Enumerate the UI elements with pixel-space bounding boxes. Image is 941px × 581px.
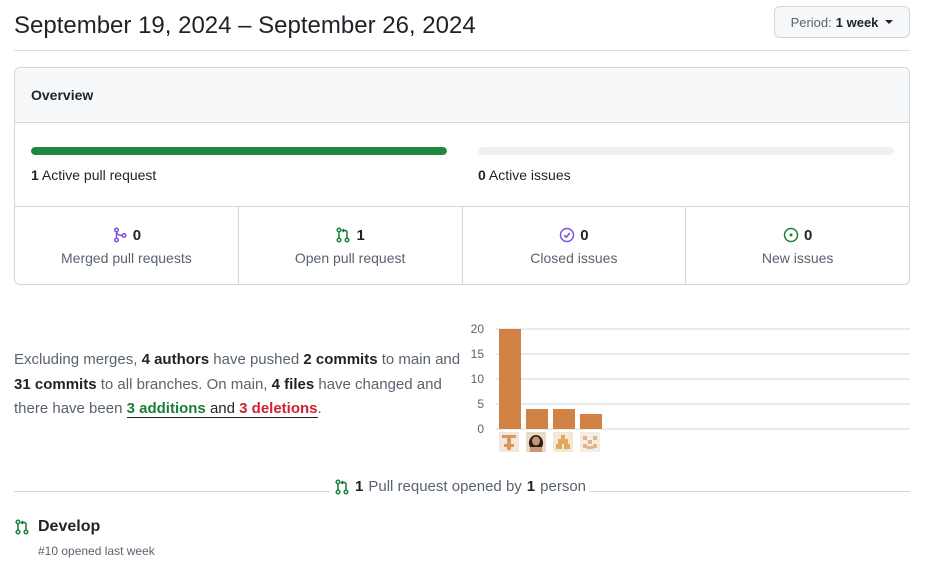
commit-bar-3[interactable]: [553, 409, 575, 429]
closed-issues-count: 0: [580, 226, 589, 244]
activity-progress-row: 1 Active pull request 0 Active issues: [15, 123, 909, 207]
additions-word: additions: [139, 400, 206, 417]
avatar[interactable]: [580, 432, 600, 452]
active-issues-label: Active issues: [488, 167, 571, 183]
pr-opened-summary: 1 Pull request opened by 1 person: [330, 478, 591, 495]
issue-closed-icon: [559, 227, 575, 243]
stat-closed-issues[interactable]: 0 Closed issues: [463, 207, 687, 284]
period-dropdown-button[interactable]: Period: 1 week: [774, 6, 910, 38]
stats-row: 0 Merged pull requests 1 Open pull reque…: [15, 207, 909, 284]
commit-bar-2[interactable]: [526, 409, 548, 429]
commits-main-count: 2 commits: [303, 351, 378, 368]
active-prs-label: Active pull request: [41, 167, 157, 183]
pr-title-link[interactable]: Develop: [38, 518, 100, 536]
date-range-title: September 19, 2024 – September 26, 2024: [14, 12, 476, 39]
y-tick-label: 5: [477, 397, 484, 411]
open-prs-label: Open pull request: [294, 249, 406, 266]
pr-people-text: person: [540, 478, 587, 495]
pr-meta: #10 opened last week: [38, 544, 155, 558]
commit-bar-4[interactable]: [580, 414, 602, 429]
active-prs-progress-bar[interactable]: [31, 147, 447, 155]
commits-all-count: 31 commits: [14, 375, 97, 393]
open-prs-count: 1: [356, 226, 365, 244]
commit-summary: Excluding merges, 4 authors have pushed …: [14, 348, 464, 422]
new-issues-label: New issues: [761, 249, 834, 266]
pr-opened-count: 1: [355, 478, 364, 495]
period-value: 1 week: [835, 14, 879, 30]
active-prs-progress-fill: [31, 147, 447, 155]
y-tick-label: 0: [477, 422, 484, 436]
stat-merged-prs[interactable]: 0 Merged pull requests: [15, 207, 239, 284]
avatar[interactable]: [553, 432, 573, 452]
active-issues-progress-bar[interactable]: [478, 147, 894, 155]
summary-text-4: to all branches. On main,: [100, 375, 268, 393]
new-issues-count: 0: [803, 226, 813, 244]
summary-text-2: have pushed: [213, 351, 300, 368]
deletions-count: 3: [239, 400, 248, 417]
commit-bar-1[interactable]: [499, 329, 521, 429]
stat-open-prs[interactable]: 1 Open pull request: [239, 207, 463, 284]
y-tick-label: 10: [471, 372, 485, 386]
y-tick-label: 15: [471, 347, 485, 361]
git-pull-request-icon: [14, 519, 30, 535]
active-issues-count: 0: [478, 167, 486, 183]
merged-prs-count: 0: [132, 226, 142, 244]
summary-text-1: Excluding merges,: [14, 351, 138, 368]
avatar[interactable]: [499, 432, 519, 452]
period-prefix: Period:: [790, 14, 832, 30]
deletions-word: deletions: [251, 400, 318, 417]
avatar[interactable]: [526, 432, 546, 452]
page-header: September 19, 2024 – September 26, 2024 …: [14, 6, 910, 51]
authors-count: 4 authors: [141, 351, 210, 368]
chart-y-ticks: 0 5 10 15 20: [471, 322, 485, 436]
chart-avatars: [499, 432, 600, 452]
pr-people-count: 1: [526, 478, 536, 495]
git-pull-request-icon: [335, 227, 351, 243]
pr-opened-text: Pull request opened by: [368, 478, 522, 495]
additions-count: 3: [126, 400, 135, 417]
stat-new-issues[interactable]: 0 New issues: [686, 207, 909, 284]
git-merge-icon: [112, 227, 128, 243]
overview-title: Overview: [15, 68, 909, 123]
diff-link[interactable]: 3 additions and 3 deletions: [126, 400, 318, 418]
pull-request-item: Develop #10 opened last week: [14, 518, 155, 558]
overview-box: Overview 1 Active pull request 0 Active …: [14, 67, 910, 285]
and-word: and: [209, 400, 235, 417]
active-issues-link[interactable]: 0 Active issues: [478, 167, 571, 183]
files-count: 4 files: [271, 375, 315, 393]
issue-opened-icon: [783, 227, 799, 243]
y-tick-label: 20: [471, 322, 485, 336]
merged-prs-label: Merged pull requests: [61, 249, 192, 266]
closed-issues-label: Closed issues: [530, 249, 618, 266]
git-pull-request-icon: [334, 478, 350, 495]
commits-by-author-chart: 0 5 10 15 20: [471, 322, 910, 452]
caret-down-icon: [885, 20, 894, 24]
active-prs-link[interactable]: 1 Active pull request: [31, 167, 156, 183]
active-prs-count: 1: [31, 167, 39, 183]
summary-period: .: [317, 400, 322, 417]
summary-text-3: to main and: [381, 351, 461, 368]
